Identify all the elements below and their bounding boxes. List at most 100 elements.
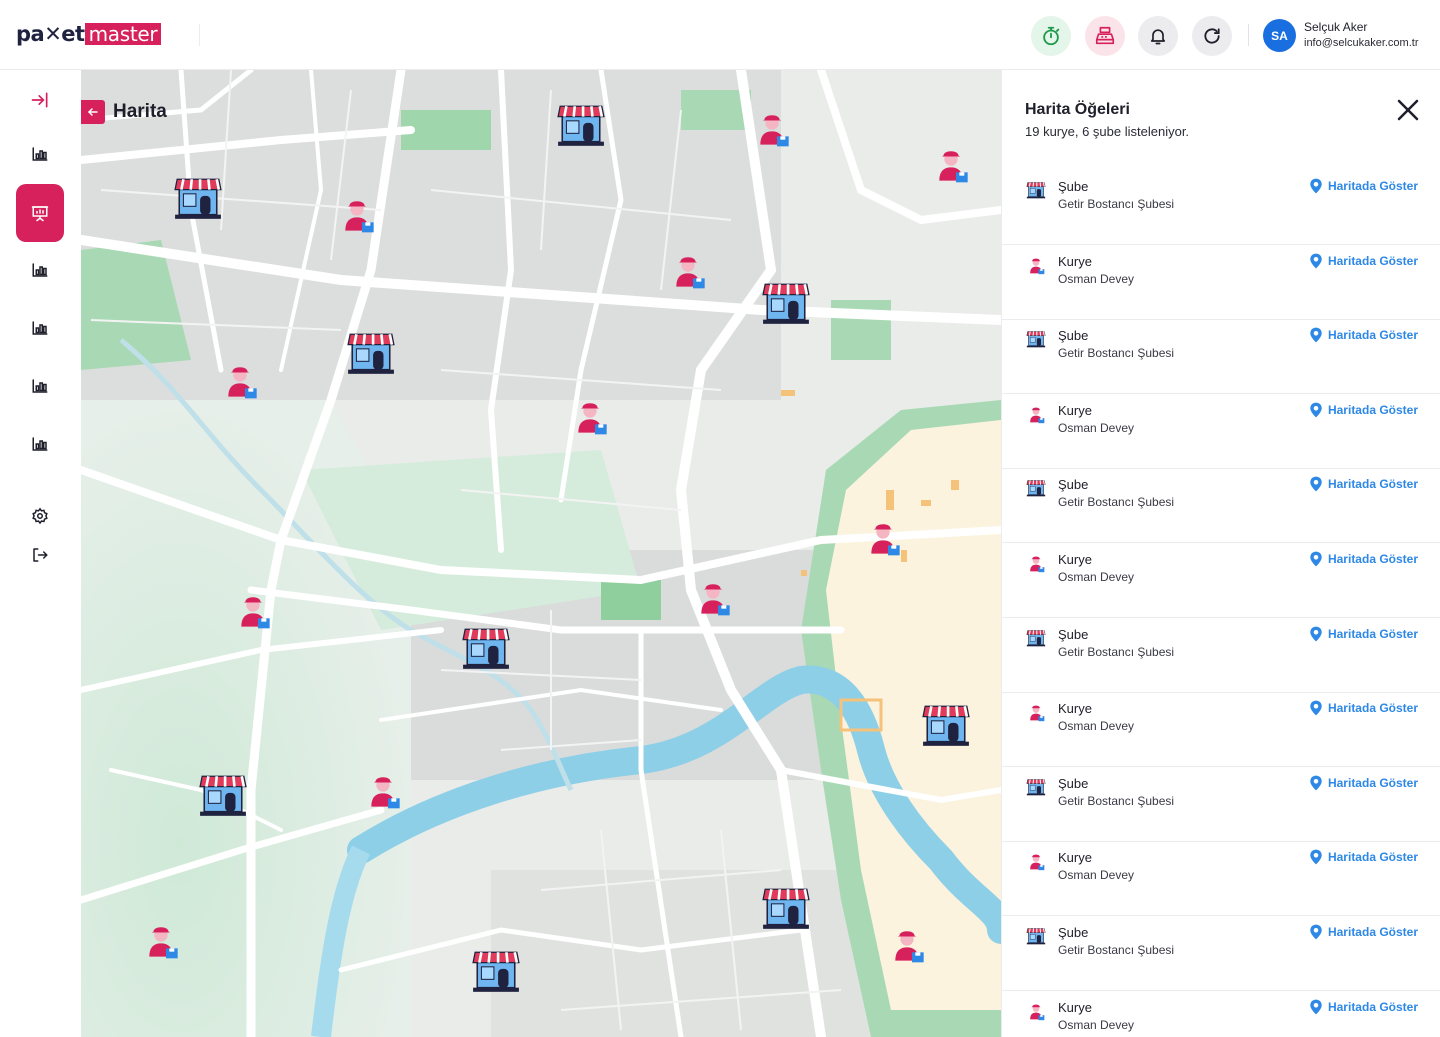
item-name: Getir Bostancı Şubesi: [1058, 793, 1175, 808]
item-type: Kurye: [1058, 552, 1092, 567]
courier-marker-icon[interactable]: [363, 770, 403, 815]
courier-marker-icon[interactable]: [668, 250, 708, 295]
header-divider: [199, 24, 200, 46]
list-item: Kurye Osman Devey Haritada Göster: [1002, 692, 1440, 768]
chart-icon: [32, 437, 48, 451]
item-name: Getir Bostancı Şubesi: [1058, 495, 1175, 510]
sidebar-item-reports-2[interactable]: [16, 246, 64, 294]
app-logo[interactable]: pa✕et master: [16, 22, 162, 46]
sidebar-item-map[interactable]: [16, 184, 64, 242]
show-on-map-link[interactable]: Haritada Göster: [1309, 402, 1418, 418]
shop-marker-icon[interactable]: [173, 173, 223, 228]
courier-marker-icon[interactable]: [693, 577, 733, 622]
item-type: Kurye: [1058, 999, 1092, 1015]
list-item: Kurye Osman Devey Haritada Göster: [1002, 991, 1440, 1037]
item-type: Şube: [1058, 179, 1089, 194]
show-on-map-link[interactable]: Haritada Göster: [1309, 999, 1418, 1015]
item-name: Getir Bostancı Şubesi: [1058, 197, 1175, 211]
item-name: Osman Devey: [1058, 719, 1135, 734]
shop-marker-icon[interactable]: [461, 623, 511, 678]
show-on-map-link[interactable]: Haritada Göster: [1309, 626, 1418, 642]
shop-marker-icon[interactable]: [471, 946, 521, 1001]
map-pin-icon: [1310, 849, 1322, 865]
arrow-left-icon: [87, 108, 98, 116]
shop-marker-icon[interactable]: [761, 883, 811, 938]
item-type: Şube: [1058, 775, 1089, 791]
list-item: Kurye Osman Devey Haritada Göster: [1002, 394, 1440, 469]
sidebar-item-logout[interactable]: [16, 531, 64, 579]
user-email: info@selcukaker.com.tr: [1304, 37, 1419, 49]
show-on-map-label: Haritada Göster: [1327, 253, 1418, 268]
item-type: Şube: [1058, 925, 1089, 940]
notifications-button[interactable]: [1138, 16, 1178, 56]
cash-register-icon: [1095, 26, 1115, 45]
user-avatar[interactable]: SA: [1263, 19, 1296, 52]
courier-icon: [1026, 851, 1046, 871]
close-panel-button[interactable]: [1396, 98, 1420, 122]
show-on-map-label: Haritada Göster: [1327, 626, 1418, 641]
map-pin-icon: [1310, 327, 1322, 343]
settings-icon: [32, 507, 48, 525]
sidebar-item-reports-4[interactable]: [16, 362, 64, 410]
show-on-map-link[interactable]: Haritada Göster: [1309, 849, 1418, 865]
list-item: Şube Getir Bostancı Şubesi Haritada Göster: [1002, 319, 1440, 395]
logo-text-primary: pa✕et: [16, 22, 85, 46]
courier-marker-icon[interactable]: [887, 924, 927, 969]
map-pin-icon: [1310, 626, 1322, 642]
courier-marker-icon[interactable]: [233, 590, 273, 635]
show-on-map-link[interactable]: Haritada Göster: [1309, 476, 1418, 492]
show-on-map-link[interactable]: Haritada Göster: [1309, 924, 1418, 940]
map-pin-icon: [1310, 402, 1322, 418]
map-pin-icon: [1310, 476, 1322, 492]
sidebar-collapse-button[interactable]: [16, 76, 64, 124]
user-name: Selçuk Aker: [1304, 20, 1368, 34]
shop-marker-icon[interactable]: [556, 100, 606, 155]
item-name: Osman Devey: [1058, 271, 1135, 286]
sidebar-item-reports-1[interactable]: [16, 130, 64, 178]
map-view[interactable]: Harita: [81, 70, 1001, 1037]
show-on-map-label: Haritada Göster: [1327, 552, 1418, 566]
show-on-map-link[interactable]: Haritada Göster: [1309, 775, 1418, 791]
shop-marker-icon[interactable]: [761, 278, 811, 333]
show-on-map-link[interactable]: Haritada Göster: [1309, 327, 1418, 343]
courier-marker-icon[interactable]: [141, 920, 181, 965]
courier-marker-icon[interactable]: [752, 108, 792, 153]
item-type: Şube: [1058, 477, 1089, 493]
map-header: Harita: [81, 100, 167, 124]
courier-icon: [1026, 255, 1046, 275]
list-item: Kurye Osman Devey Haritada Göster: [1002, 543, 1440, 618]
show-on-map-label: Haritada Göster: [1327, 477, 1418, 492]
courier-marker-icon[interactable]: [337, 194, 377, 239]
shop-marker-icon[interactable]: [198, 770, 248, 825]
shop-marker-icon[interactable]: [346, 328, 396, 383]
courier-marker-icon[interactable]: [931, 144, 971, 189]
courier-marker-icon[interactable]: [570, 396, 610, 441]
shop-marker-icon[interactable]: [921, 700, 971, 755]
item-type: Kurye: [1058, 701, 1092, 717]
refresh-button[interactable]: [1192, 16, 1232, 56]
show-on-map-label: Haritada Göster: [1327, 402, 1418, 417]
timer-button[interactable]: [1031, 16, 1071, 56]
item-name: Osman Devey: [1058, 420, 1135, 435]
shop-icon: [1026, 478, 1046, 498]
cash-register-button[interactable]: [1085, 16, 1125, 56]
refresh-icon: [1204, 28, 1220, 44]
list-item: Kurye Osman Devey Haritada Göster: [1002, 841, 1440, 917]
item-type: Kurye: [1058, 850, 1092, 866]
show-on-map-link[interactable]: Haritada Göster: [1309, 178, 1418, 194]
item-name: Osman Devey: [1058, 868, 1135, 883]
courier-marker-icon[interactable]: [863, 517, 903, 562]
collapse-icon: [31, 92, 48, 108]
show-on-map-link[interactable]: Haritada Göster: [1309, 700, 1418, 716]
show-on-map-link[interactable]: Haritada Göster: [1309, 253, 1418, 269]
list-item: Şube Getir Bostancı Şubesi Haritada Göster: [1002, 618, 1440, 693]
courier-marker-icon[interactable]: [220, 360, 260, 405]
panel-title: Harita Öğeleri: [1025, 101, 1130, 118]
timer-icon: [1043, 26, 1060, 46]
back-button[interactable]: [81, 100, 105, 124]
sidebar-item-reports-3[interactable]: [16, 304, 64, 352]
map-pin-icon: [1310, 924, 1322, 940]
sidebar-item-reports-5[interactable]: [16, 420, 64, 468]
item-type: Şube: [1058, 328, 1089, 344]
show-on-map-link[interactable]: Haritada Göster: [1309, 551, 1418, 567]
